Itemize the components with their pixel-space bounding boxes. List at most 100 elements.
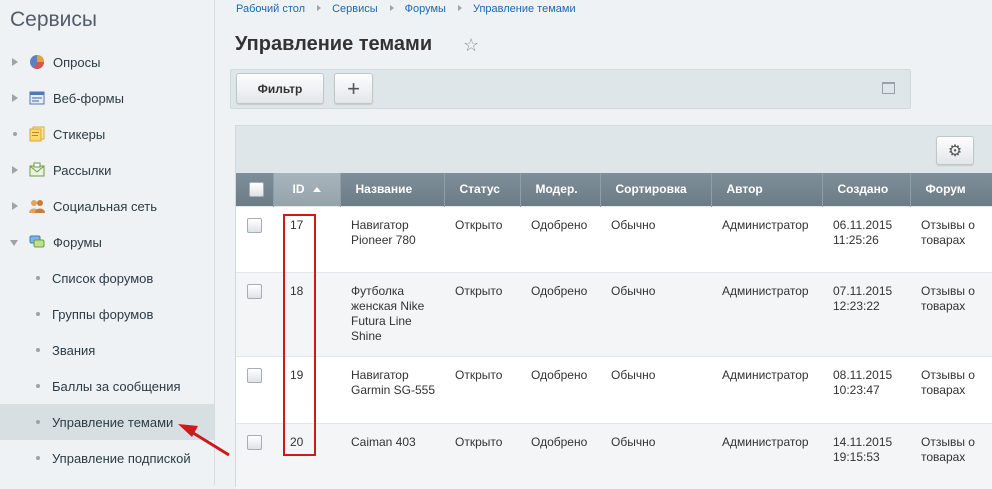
sidebar-item-label: Форумы xyxy=(53,235,102,250)
table-row[interactable]: 17 Навигатор Pioneer 780 Открыто Одобрен… xyxy=(236,205,992,272)
expand-arrow-icon[interactable] xyxy=(12,58,18,66)
filter-bar xyxy=(230,69,911,109)
sidebar-subitem-forum-list[interactable]: Список форумов xyxy=(0,260,214,296)
mailing-icon xyxy=(29,162,45,177)
cell-forum[interactable]: Отзывы о товарах xyxy=(910,205,992,272)
sidebar-item-stickers[interactable]: Стикеры xyxy=(0,116,214,152)
sidebar-item-label: Опросы xyxy=(53,55,101,70)
select-all-cell xyxy=(236,173,274,206)
gear-icon: ⚙ xyxy=(947,142,963,160)
sticker-icon xyxy=(29,126,45,142)
bullet-icon xyxy=(36,276,40,280)
cell-moderation: Одобрено xyxy=(520,422,600,489)
cell-author[interactable]: Администратор xyxy=(711,205,822,272)
bullet-icon xyxy=(36,348,40,352)
cell-status: Открыто xyxy=(444,205,520,272)
expand-arrow-icon[interactable] xyxy=(12,166,18,174)
cell-forum[interactable]: Отзывы о товарах xyxy=(910,422,992,489)
breadcrumb-item-forums[interactable]: Форумы xyxy=(405,3,446,15)
breadcrumb-item-services[interactable]: Сервисы xyxy=(332,3,378,15)
row-checkbox[interactable] xyxy=(247,367,262,383)
table-header-row: ID Название Статус Модер. Сортировка Авт… xyxy=(236,173,992,206)
table-row[interactable]: 19 Навигатор Garmin SG-555 Открыто Одобр… xyxy=(236,355,992,423)
sidebar-item-mailings[interactable]: Рассылки xyxy=(0,152,214,188)
cell-created: 14.11.2015 19:15:53 xyxy=(822,422,910,489)
sidebar-item-label: Рассылки xyxy=(53,163,112,178)
bullet-icon xyxy=(36,312,40,316)
cell-created: 06.11.2015 11:25:26 xyxy=(822,205,910,272)
cell-name[interactable]: Навигатор Pioneer 780 xyxy=(340,205,444,272)
web-form-icon xyxy=(29,91,45,105)
row-checkbox[interactable] xyxy=(247,217,262,233)
breadcrumb: Рабочий стол Сервисы Форумы Управление тема… xyxy=(236,3,576,15)
cell-name[interactable]: Навигатор Garmin SG-555 xyxy=(340,355,444,423)
bullet-icon xyxy=(36,456,40,460)
breadcrumb-separator-icon xyxy=(317,5,322,11)
id-column-highlight xyxy=(283,214,316,456)
cell-name[interactable]: Футболка женская Nike Futura Line Shine xyxy=(340,271,444,356)
plus-icon: + xyxy=(347,76,360,101)
sidebar-item-social-network[interactable]: Социальная сеть xyxy=(0,188,214,224)
table-row[interactable]: 20 Caiman 403 Открыто Одобрено Обычно Ад… xyxy=(236,422,992,489)
window-icon[interactable] xyxy=(882,82,895,94)
sidebar-subitem-subscription-management[interactable]: Управление подпиской xyxy=(0,440,214,476)
expand-arrow-icon[interactable] xyxy=(12,202,18,210)
cell-author[interactable]: Администратор xyxy=(711,422,822,489)
row-checkbox[interactable] xyxy=(247,434,262,450)
cell-author[interactable]: Администратор xyxy=(711,355,822,423)
sidebar-subitem-label: Группы форумов xyxy=(52,307,154,322)
add-button[interactable]: + xyxy=(334,73,373,104)
cell-sort: Обычно xyxy=(600,355,711,423)
cell-status: Открыто xyxy=(444,271,520,356)
bullet-icon xyxy=(36,384,40,388)
row-checkbox-cell xyxy=(236,355,273,423)
cell-sort: Обычно xyxy=(600,271,711,356)
cell-created: 08.11.2015 10:23:47 xyxy=(822,355,910,423)
bullet-icon xyxy=(13,132,17,136)
select-all-checkbox[interactable] xyxy=(249,181,264,197)
column-header-created[interactable]: Создано xyxy=(822,173,911,206)
cell-moderation: Одобрено xyxy=(520,205,600,272)
sidebar-item-forums[interactable]: Форумы xyxy=(0,224,214,260)
topics-table: ID Название Статус Модер. Сортировка Авт… xyxy=(236,173,992,489)
cell-name[interactable]: Caiman 403 xyxy=(340,422,444,489)
column-header-author[interactable]: Автор xyxy=(711,173,823,206)
sidebar-title: Сервисы xyxy=(10,8,98,31)
sort-ascending-icon xyxy=(312,187,321,193)
cell-moderation: Одобрено xyxy=(520,355,600,423)
bullet-icon xyxy=(36,420,40,424)
row-checkbox[interactable] xyxy=(247,283,262,299)
sidebar-subitem-ranks[interactable]: Звания xyxy=(0,332,214,368)
expand-arrow-icon[interactable] xyxy=(12,94,18,102)
cell-moderation: Одобрено xyxy=(520,271,600,356)
collapse-arrow-icon[interactable] xyxy=(10,240,18,246)
column-header-sort[interactable]: Сортировка xyxy=(600,173,712,206)
breadcrumb-separator-icon xyxy=(457,5,462,11)
social-network-icon xyxy=(29,200,45,213)
column-header-name[interactable]: Название xyxy=(340,173,445,206)
column-header-id[interactable]: ID xyxy=(273,173,341,206)
sidebar-subitem-message-points[interactable]: Баллы за сообщения xyxy=(0,368,214,404)
sidebar-item-web-forms[interactable]: Веб-формы xyxy=(0,80,214,116)
sidebar-subitem-label: Список форумов xyxy=(52,271,154,286)
cell-author[interactable]: Администратор xyxy=(711,271,822,356)
sidebar-subitem-topic-management[interactable]: Управление темами xyxy=(0,404,214,440)
star-icon[interactable]: ☆ xyxy=(463,35,479,56)
cell-forum[interactable]: Отзывы о товарах xyxy=(910,355,992,423)
sidebar-item-polls[interactable]: Опросы xyxy=(0,44,214,80)
cell-forum[interactable]: Отзывы о товарах xyxy=(910,271,992,356)
cell-created: 07.11.2015 12:23:22 xyxy=(822,271,910,356)
breadcrumb-item-topic-management[interactable]: Управление темами xyxy=(473,3,576,15)
sidebar-subitem-forum-groups[interactable]: Группы форумов xyxy=(0,296,214,332)
row-checkbox-cell xyxy=(236,205,273,272)
column-header-status[interactable]: Статус xyxy=(444,173,521,206)
cell-sort: Обычно xyxy=(600,422,711,489)
settings-button[interactable]: ⚙ xyxy=(936,136,974,165)
sidebar-subitem-label: Управление темами xyxy=(52,415,174,430)
table-row[interactable]: 18 Футболка женская Nike Futura Line Shi… xyxy=(236,271,992,356)
column-header-forum[interactable]: Форум xyxy=(910,173,992,206)
breadcrumb-item-desktop[interactable]: Рабочий стол xyxy=(236,3,305,15)
cell-sort: Обычно xyxy=(600,205,711,272)
filter-button[interactable]: Фильтр xyxy=(236,73,324,104)
column-header-moderation[interactable]: Модер. xyxy=(520,173,601,206)
